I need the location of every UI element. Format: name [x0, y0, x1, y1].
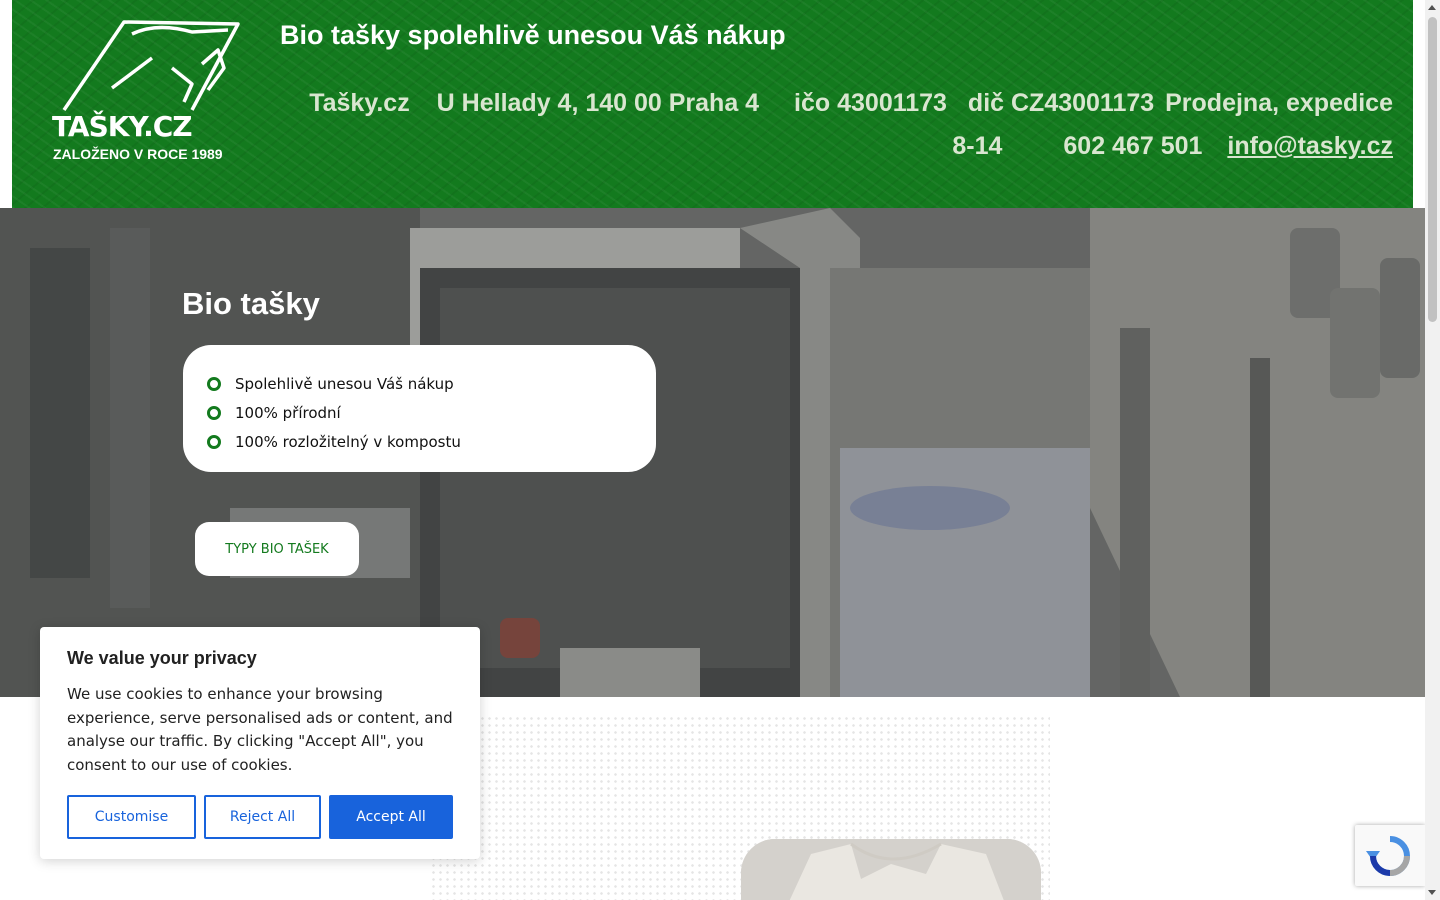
- feature-item: 100% rozložitelný v kompostu: [207, 427, 656, 456]
- site-header: TAŠKY.CZ ZALOŽENO V ROCE 1989 Bio tašky …: [12, 0, 1413, 208]
- bullet-icon: [207, 434, 221, 449]
- scroll-down-arrow-icon[interactable]: [1428, 890, 1436, 895]
- bullet-icon: [207, 376, 221, 391]
- page-scrollbar[interactable]: [1425, 0, 1440, 900]
- contact-email-link[interactable]: info@tasky.cz: [1227, 132, 1393, 160]
- product-image[interactable]: [741, 839, 1041, 900]
- contact-ico: ičo 43001173: [794, 89, 947, 117]
- header-tagline: Bio tašky spolehlivě unesou Váš nákup: [280, 20, 786, 50]
- recaptcha-badge[interactable]: [1355, 825, 1425, 886]
- customise-button[interactable]: Customise: [67, 795, 196, 839]
- bag-types-button[interactable]: TYPY BIO TAŠEK: [195, 522, 359, 576]
- cookie-consent-dialog: We value your privacy We use cookies to …: [40, 627, 480, 859]
- cookie-title: We value your privacy: [67, 648, 257, 668]
- feature-list: Spolehlivě unesou Váš nákup 100% přírodn…: [183, 345, 656, 456]
- accept-all-button[interactable]: Accept All: [329, 795, 453, 839]
- contact-brand: Tašky.cz: [309, 89, 410, 117]
- contact-info: Tašky.cz U Hellady 4, 140 00 Praha 4 ičo…: [293, 82, 1393, 168]
- feature-item: Spolehlivě unesou Váš nákup: [207, 369, 656, 398]
- hero-title: Bio tašky: [182, 286, 320, 321]
- feature-item: 100% přírodní: [207, 398, 656, 427]
- cookie-text: We use cookies to enhance your browsing …: [67, 685, 453, 774]
- scroll-up-arrow-icon[interactable]: [1428, 5, 1436, 10]
- scroll-thumb[interactable]: [1428, 17, 1437, 322]
- feature-text: Spolehlivě unesou Váš nákup: [235, 374, 454, 393]
- contact-address: U Hellady 4, 140 00 Praha 4: [436, 89, 760, 117]
- reject-all-button[interactable]: Reject All: [204, 795, 321, 839]
- contact-dic: dič CZ43001173: [967, 89, 1155, 117]
- feature-card: Spolehlivě unesou Váš nákup 100% přírodn…: [183, 345, 656, 472]
- logo-bag-icon: [62, 20, 240, 111]
- contact-phone: 602 467 501: [1063, 132, 1203, 160]
- logo-subtitle: ZALOŽENO V ROCE 1989: [53, 146, 223, 162]
- logo-name: TAŠKY.CZ: [52, 110, 193, 143]
- logo[interactable]: TAŠKY.CZ ZALOŽENO V ROCE 1989: [52, 18, 242, 163]
- feature-text: 100% rozložitelný v kompostu: [235, 432, 461, 451]
- bag-photo: [741, 839, 1041, 900]
- feature-text: 100% přírodní: [235, 403, 341, 422]
- recaptcha-icon: [1366, 836, 1410, 876]
- hero-section: Bio tašky Spolehlivě unesou Váš nákup 10…: [0, 208, 1425, 697]
- bullet-icon: [207, 405, 221, 420]
